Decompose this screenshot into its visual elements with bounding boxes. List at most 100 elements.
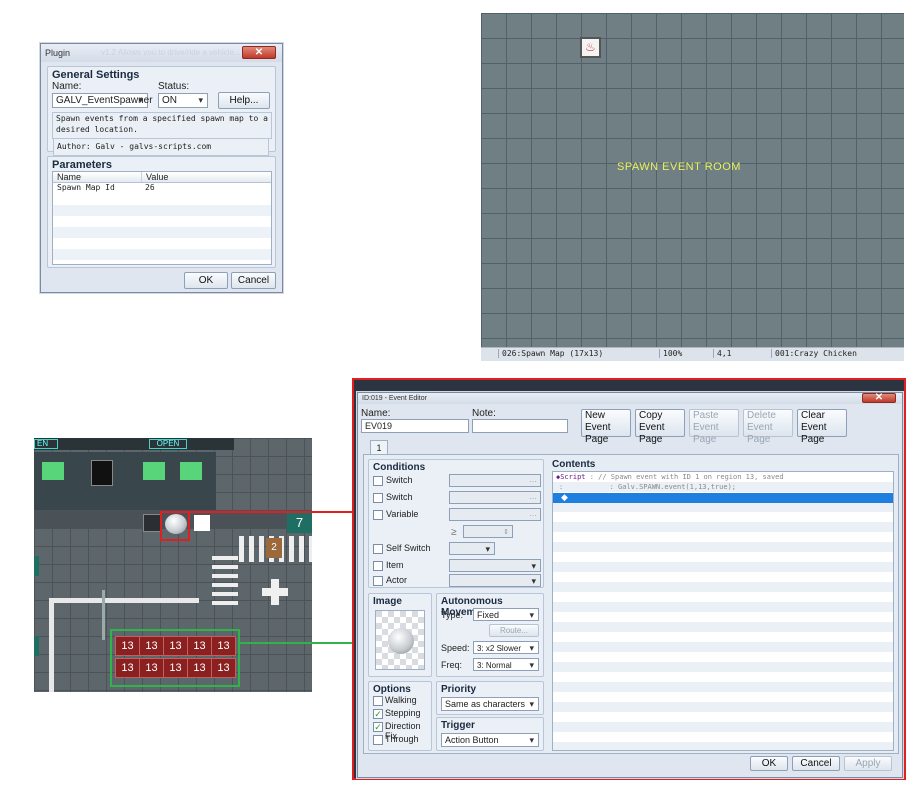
move-freq-select[interactable]: 3: Normal <box>473 658 539 672</box>
selected-command-row[interactable]: ◆ <box>553 492 893 503</box>
event-image-preview[interactable] <box>375 610 425 670</box>
event-editor-titlebar[interactable]: ID:019 - Event Editor ✕ <box>358 393 902 404</box>
priority-select[interactable]: Same as characters <box>441 697 539 711</box>
side-tile <box>34 556 39 576</box>
event-cancel-button[interactable]: Cancel <box>792 756 840 771</box>
event-editor-title: ID:019 - Event Editor <box>362 395 427 402</box>
lamp-post <box>102 590 105 640</box>
delete-event-page-button[interactable]: Delete Event Page <box>743 409 793 445</box>
script-continuation-line[interactable]: : : Galv.SPAWN.event(1,13,true); <box>559 483 736 491</box>
spawn-room-label: SPAWN EVENT ROOM <box>617 161 741 173</box>
region-tile[interactable]: 13 <box>211 636 236 656</box>
number-7-tile: 7 <box>287 513 312 533</box>
move-speed-select[interactable]: 3: x2 Slower <box>473 641 539 655</box>
column-header-name[interactable]: Name <box>57 172 81 182</box>
event-apply-button[interactable]: Apply <box>844 756 892 771</box>
trigger-select[interactable]: Action Button <box>441 733 539 747</box>
actor-label: Actor <box>386 575 408 585</box>
through-label: Through <box>385 734 419 744</box>
region-tile[interactable]: 13 <box>211 658 236 678</box>
vending-machine <box>42 462 64 480</box>
self-switch-select[interactable] <box>449 542 495 556</box>
cancel-button[interactable]: Cancel <box>231 272 276 289</box>
parameters-table: Name Value Spawn Map Id 26 <box>52 171 272 265</box>
game-map-view[interactable]: EN OPEN 7 2 13 13 13 13 13 13 13 13 13 1… <box>34 438 312 692</box>
region-tile[interactable]: 13 <box>139 658 164 678</box>
item-select[interactable] <box>449 559 541 573</box>
variable-checkbox[interactable] <box>373 510 383 520</box>
options-group: Options Walking ✓ Stepping ✓ Direction F… <box>368 681 432 751</box>
switch2-checkbox[interactable] <box>373 493 383 503</box>
region-tile[interactable]: 13 <box>163 636 188 656</box>
parameters-group: Parameters Name Value Spawn Map Id 26 <box>47 156 276 268</box>
close-icon: ✕ <box>254 47 264 58</box>
close-icon: ✕ <box>874 392 884 403</box>
clear-event-page-button[interactable]: Clear Event Page <box>797 409 847 445</box>
stepping-checkbox[interactable]: ✓ <box>373 709 383 719</box>
help-button[interactable]: Help... <box>218 92 270 109</box>
direction-fix-checkbox[interactable]: ✓ <box>373 722 383 732</box>
vending-machine <box>143 462 165 480</box>
region-tile[interactable]: 13 <box>163 658 188 678</box>
spawn-map-view[interactable]: ♨ SPAWN EVENT ROOM <box>481 13 904 347</box>
item-label: Item <box>386 560 404 570</box>
plugin-status-select[interactable]: ON <box>158 93 208 108</box>
crosswalk-vertical <box>212 556 238 610</box>
parameters-title: Parameters <box>52 159 112 171</box>
switch2-field[interactable]: ··· <box>449 491 541 504</box>
chicken-event-tile[interactable]: ♨ <box>580 37 601 58</box>
trigger-title: Trigger <box>441 720 475 731</box>
diamond-icon: ◆ <box>561 492 568 502</box>
paste-event-page-button[interactable]: Paste Event Page <box>689 409 739 445</box>
ok-button[interactable]: OK <box>184 272 228 289</box>
route-button[interactable]: Route... <box>489 624 539 637</box>
switch1-checkbox[interactable] <box>373 476 383 486</box>
variable-value-spinner[interactable]: ⇕ <box>463 525 513 538</box>
actor-select[interactable] <box>449 574 541 588</box>
actor-checkbox[interactable] <box>373 576 383 586</box>
copy-event-page-button[interactable]: Copy Event Page <box>635 409 685 445</box>
priority-title: Priority <box>441 684 477 695</box>
building-roof <box>34 438 234 450</box>
table-row[interactable]: Spawn Map Id 26 <box>53 183 271 194</box>
contents-list[interactable]: ◆Script : // Spawn event with ID 1 on re… <box>552 471 894 751</box>
region-tile[interactable]: 13 <box>115 658 140 678</box>
event-name-label: Name: <box>361 408 391 419</box>
tab-page-1[interactable]: 1 <box>370 440 388 455</box>
white-tile <box>194 515 210 531</box>
event-note-label: Note: <box>472 408 496 419</box>
npc-character[interactable] <box>143 514 161 532</box>
page-panel: Conditions Switch ··· Switch ··· Variabl… <box>363 454 899 754</box>
status-label: Status: <box>158 81 190 92</box>
region-tile[interactable]: 13 <box>187 658 212 678</box>
connector-red-h <box>190 511 354 513</box>
priority-group: Priority Same as characters <box>436 681 544 715</box>
through-checkbox[interactable] <box>373 735 383 745</box>
event-ok-button[interactable]: OK <box>750 756 788 771</box>
new-event-page-button[interactable]: New Event Page <box>581 409 631 445</box>
item-checkbox[interactable] <box>373 561 383 571</box>
region-tile[interactable]: 13 <box>115 636 140 656</box>
param-value-cell: 26 <box>145 183 155 192</box>
event-editor-frame: ID:019 - Event Editor ✕ Name: EV019 Note… <box>352 378 906 780</box>
stepping-label: Stepping <box>385 708 421 718</box>
region-tile[interactable]: 13 <box>187 636 212 656</box>
event-note-input[interactable] <box>472 419 568 433</box>
name-label: Name: <box>52 81 82 92</box>
move-type-select[interactable]: Fixed <box>473 608 539 622</box>
walking-checkbox[interactable] <box>373 696 383 706</box>
self-switch-checkbox[interactable] <box>373 544 383 554</box>
script-command-line[interactable]: ◆Script : // Spawn event with ID 1 on re… <box>556 473 784 481</box>
status-event: 001:Crazy Chicken <box>771 349 871 358</box>
spinner-icon: ⇕ <box>503 529 509 536</box>
plugin-name-select[interactable]: GALV_EventSpawner <box>52 93 153 108</box>
region-tile[interactable]: 13 <box>139 636 164 656</box>
column-header-value[interactable]: Value <box>141 172 265 182</box>
switch1-field[interactable]: ··· <box>449 474 541 487</box>
close-button[interactable]: ✕ <box>242 46 276 59</box>
event-close-button[interactable]: ✕ <box>862 393 896 403</box>
switch1-label: Switch <box>386 475 413 485</box>
plugin-titlebar[interactable]: Plugin v1.2 Allows you to drive/ride a v… <box>41 44 282 62</box>
variable-field[interactable]: ··· <box>449 508 541 521</box>
event-name-input[interactable]: EV019 <box>361 419 469 433</box>
